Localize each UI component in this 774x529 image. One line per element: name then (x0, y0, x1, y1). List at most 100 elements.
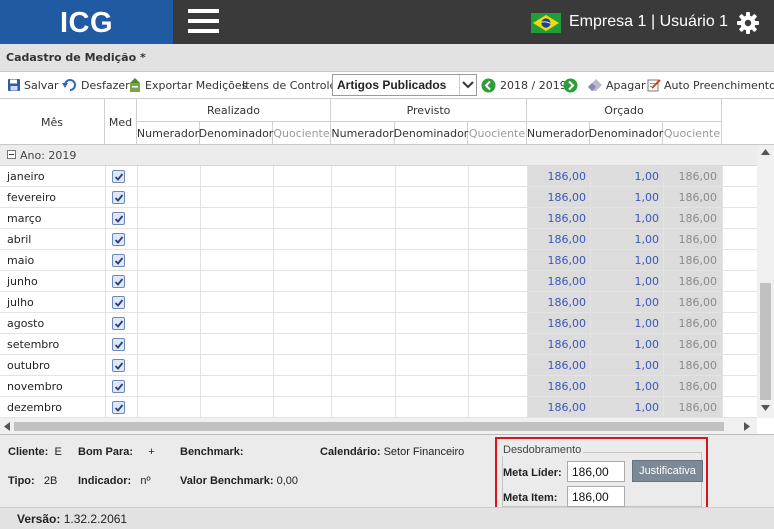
cell-orcado-numerador[interactable]: 186,00 (548, 359, 587, 372)
gear-icon[interactable] (736, 11, 760, 35)
cell-orcado-quociente[interactable]: 186,00 (679, 191, 718, 204)
col-header-realizado-numerador[interactable]: Numerador (137, 122, 200, 145)
cell-orcado-numerador[interactable]: 186,00 (548, 254, 587, 267)
table-row[interactable]: junho 186,00 1,00 186,00 (0, 271, 757, 292)
cell-orcado-quociente[interactable]: 186,00 (679, 254, 718, 267)
col-header-realizado-quociente[interactable]: Quociente (273, 122, 331, 145)
app-logo[interactable]: ICG (0, 0, 173, 44)
cell-orcado-quociente[interactable]: 186,00 (679, 296, 718, 309)
menu-icon[interactable] (188, 9, 219, 35)
chevron-down-icon[interactable] (459, 75, 476, 95)
col-header-med[interactable]: Med (105, 99, 137, 145)
vertical-scroll-thumb[interactable] (760, 283, 771, 400)
table-row[interactable]: janeiro 186,00 1,00 186,00 (0, 166, 757, 187)
med-checkbox[interactable] (112, 275, 125, 288)
med-checkbox[interactable] (112, 170, 125, 183)
meta-item-input[interactable] (567, 486, 625, 507)
cell-orcado-quociente[interactable]: 186,00 (679, 359, 718, 372)
table-row[interactable]: outubro 186,00 1,00 186,00 (0, 355, 757, 376)
med-checkbox[interactable] (112, 380, 125, 393)
cell-orcado-denominador[interactable]: 1,00 (635, 233, 660, 246)
scroll-up-icon[interactable] (761, 149, 770, 155)
med-checkbox[interactable] (112, 317, 125, 330)
next-period-icon[interactable] (563, 78, 578, 93)
cell-orcado-quociente[interactable]: 186,00 (679, 170, 718, 183)
cell-orcado-quociente[interactable]: 186,00 (679, 317, 718, 330)
save-button[interactable]: Salvar (7, 77, 59, 93)
cell-orcado-denominador[interactable]: 1,00 (635, 170, 660, 183)
table-row[interactable]: maio 186,00 1,00 186,00 (0, 250, 757, 271)
col-header-realizado-denominador[interactable]: Denominador (199, 122, 273, 145)
collapse-icon[interactable] (7, 150, 16, 159)
autofill-button[interactable]: Auto Preenchimento (647, 77, 774, 93)
cell-orcado-denominador[interactable]: 1,00 (635, 317, 660, 330)
cell-orcado-numerador[interactable]: 186,00 (548, 317, 587, 330)
med-checkbox[interactable] (112, 212, 125, 225)
cell-orcado-quociente[interactable]: 186,00 (679, 212, 718, 225)
med-checkbox[interactable] (112, 401, 125, 414)
cell-orcado-quociente[interactable]: 186,00 (679, 380, 718, 393)
cell-orcado-denominador[interactable]: 1,00 (635, 212, 660, 225)
cell-orcado-denominador[interactable]: 1,00 (635, 275, 660, 288)
scroll-right-icon[interactable] (744, 422, 750, 431)
cell-orcado-denominador[interactable]: 1,00 (635, 401, 660, 414)
col-header-previsto-quociente[interactable]: Quociente (468, 122, 527, 145)
cell-orcado-denominador[interactable]: 1,00 (635, 296, 660, 309)
justificativa-button[interactable]: Justificativa (632, 460, 703, 482)
control-items-select[interactable]: Artigos Publicados (332, 74, 477, 96)
col-header-previsto-denominador[interactable]: Denominador (394, 122, 468, 145)
company-selector[interactable]: Empresa 1 (569, 13, 646, 31)
cell-orcado-numerador[interactable]: 186,00 (548, 233, 587, 246)
cell-orcado-denominador[interactable]: 1,00 (635, 254, 660, 267)
table-row[interactable]: abril 186,00 1,00 186,00 (0, 229, 757, 250)
med-checkbox[interactable] (112, 233, 125, 246)
table-row[interactable]: dezembro 186,00 1,00 186,00 (0, 397, 757, 418)
cell-orcado-denominador[interactable]: 1,00 (635, 191, 660, 204)
brazil-flag-icon[interactable] (531, 13, 561, 33)
cell-divider (105, 271, 106, 292)
cell-orcado-denominador[interactable]: 1,00 (635, 359, 660, 372)
cell-orcado-denominador[interactable]: 1,00 (635, 380, 660, 393)
col-header-orcado-quociente[interactable]: Quociente (663, 122, 722, 145)
cell-orcado-numerador[interactable]: 186,00 (548, 275, 587, 288)
col-header-orcado-numerador[interactable]: Numerador (527, 122, 590, 145)
table-row[interactable]: julho 186,00 1,00 186,00 (0, 292, 757, 313)
cell-orcado-numerador[interactable]: 186,00 (548, 380, 587, 393)
cell-orcado-quociente[interactable]: 186,00 (679, 338, 718, 351)
col-header-mes[interactable]: Mês (0, 99, 105, 145)
cell-orcado-numerador[interactable]: 186,00 (548, 401, 587, 414)
cell-orcado-numerador[interactable]: 186,00 (548, 212, 587, 225)
cell-orcado-quociente[interactable]: 186,00 (679, 275, 718, 288)
previous-period-icon[interactable] (481, 78, 496, 93)
delete-button[interactable]: Apagar (587, 77, 646, 93)
horizontal-scroll-thumb[interactable] (14, 422, 724, 431)
table-row[interactable]: agosto 186,00 1,00 186,00 (0, 313, 757, 334)
cell-orcado-numerador[interactable]: 186,00 (548, 338, 587, 351)
table-row[interactable]: novembro 186,00 1,00 186,00 (0, 376, 757, 397)
col-header-orcado-denominador[interactable]: Denominador (589, 122, 663, 145)
scroll-down-icon[interactable] (761, 405, 770, 411)
cell-orcado-numerador[interactable]: 186,00 (548, 170, 587, 183)
cell-orcado-numerador[interactable]: 186,00 (548, 191, 587, 204)
cell-orcado-denominador[interactable]: 1,00 (635, 338, 660, 351)
meta-lider-input[interactable] (567, 461, 625, 482)
year-group-row[interactable]: Ano: 2019 (0, 145, 757, 166)
scroll-left-icon[interactable] (4, 422, 10, 431)
col-header-previsto-numerador[interactable]: Numerador (331, 122, 395, 145)
horizontal-scrollbar[interactable] (0, 418, 757, 434)
med-checkbox[interactable] (112, 191, 125, 204)
cell-orcado-quociente[interactable]: 186,00 (679, 401, 718, 414)
cell-orcado-numerador[interactable]: 186,00 (548, 296, 587, 309)
table-row[interactable]: março 186,00 1,00 186,00 (0, 208, 757, 229)
undo-button[interactable]: Desfazer (62, 77, 130, 93)
export-button[interactable]: Exportar Medições (128, 77, 247, 93)
med-checkbox[interactable] (112, 254, 125, 267)
med-checkbox[interactable] (112, 359, 125, 372)
cell-orcado-quociente[interactable]: 186,00 (679, 233, 718, 246)
vertical-scrollbar[interactable] (757, 145, 774, 418)
med-checkbox[interactable] (112, 296, 125, 309)
table-row[interactable]: fevereiro 186,00 1,00 186,00 (0, 187, 757, 208)
user-menu[interactable]: | Usuário 1 (651, 13, 728, 31)
table-row[interactable]: setembro 186,00 1,00 186,00 (0, 334, 757, 355)
med-checkbox[interactable] (112, 338, 125, 351)
